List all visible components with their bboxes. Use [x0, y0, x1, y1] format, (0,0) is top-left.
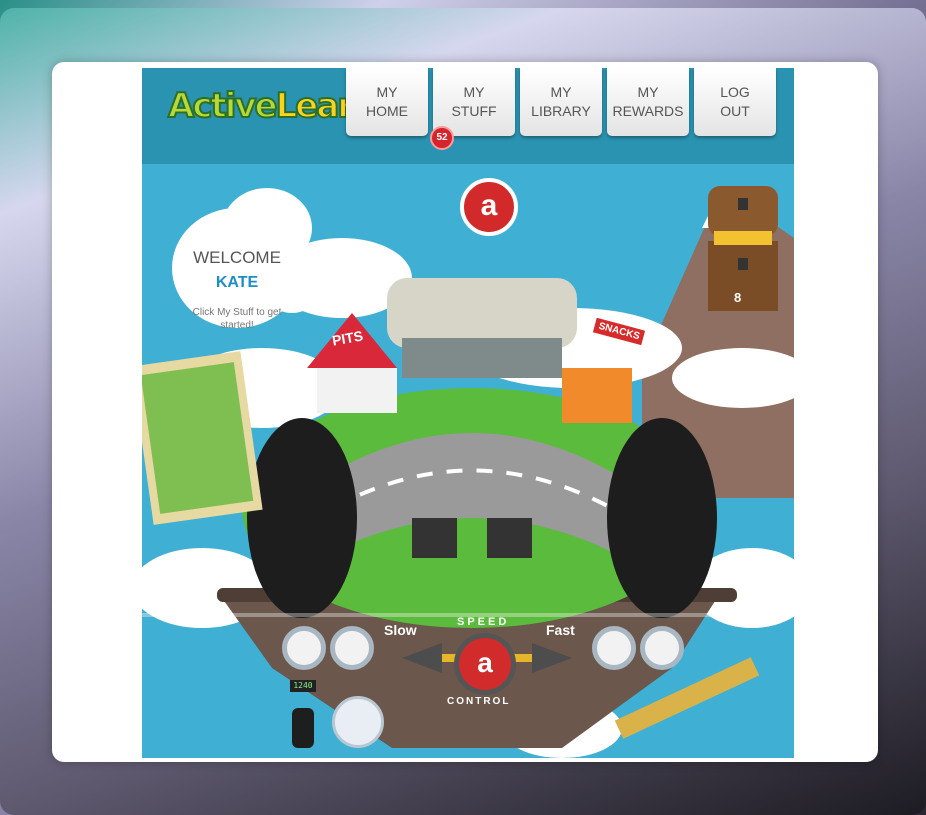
nav-label: MY LIBRARY	[531, 84, 591, 119]
speed-control-dial[interactable]: a	[454, 633, 516, 695]
logo-part1: Active	[167, 85, 279, 127]
gauge-left-2	[330, 626, 374, 670]
speed-slow-label[interactable]: Slow	[384, 622, 417, 638]
treasure-chest-icon[interactable]	[704, 186, 782, 328]
welcome-title: WELCOME	[193, 248, 281, 267]
speed-label: SPEED	[457, 616, 510, 628]
nav-my-library[interactable]: MY LIBRARY	[520, 68, 602, 136]
nav-label: LOG OUT	[720, 84, 750, 119]
stuff-count-badge: 52	[430, 126, 454, 150]
welcome-username: KATE	[215, 274, 259, 291]
meter-readout: 1240	[290, 680, 316, 692]
battery-icon	[292, 708, 314, 748]
treasure-count: 8	[734, 290, 742, 305]
activelearn-logo[interactable]: ActiveLearn	[167, 85, 377, 127]
speed-fast-label[interactable]: Fast	[546, 622, 575, 638]
nav-label: MY STUFF	[451, 84, 497, 119]
control-label: CONTROL	[447, 696, 511, 707]
gauge-right-1	[592, 626, 636, 670]
nav-label: MY HOME	[366, 84, 408, 119]
robot-icon[interactable]	[332, 696, 384, 748]
nav-my-rewards[interactable]: MY REWARDS	[607, 68, 689, 136]
nav-log-out[interactable]: LOG OUT	[694, 68, 776, 136]
active-learn-screen: ActiveLearn MY HOME MY STUFF MY LIBRARY …	[142, 68, 794, 758]
gauge-left-1	[282, 626, 326, 670]
welcome-hint: Click My Stuff to get started!	[192, 307, 282, 331]
nav-label: MY REWARDS	[612, 84, 684, 119]
nav-my-home[interactable]: MY HOME	[346, 68, 428, 136]
stadium-logo[interactable]: a	[460, 178, 518, 236]
gauge-right-2	[640, 626, 684, 670]
